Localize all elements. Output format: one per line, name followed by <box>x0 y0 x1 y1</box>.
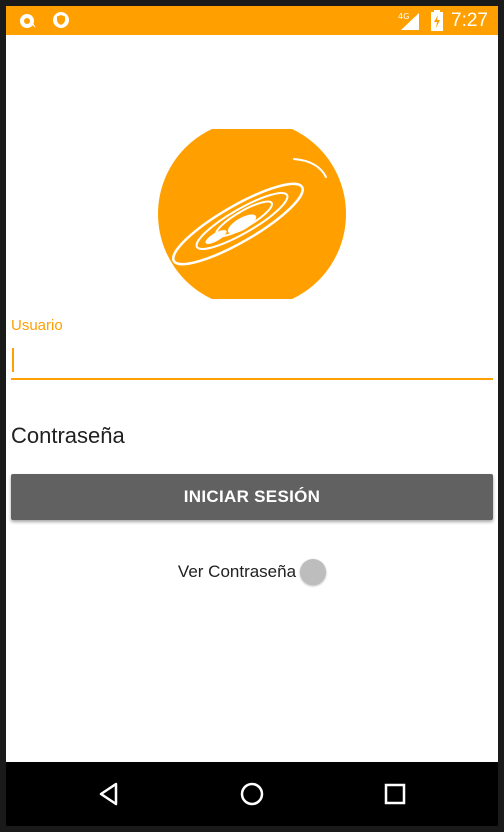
network-label: 4G <box>398 12 409 21</box>
planet-logo-icon <box>158 120 346 308</box>
battery-charging-icon <box>430 10 444 37</box>
username-field[interactable] <box>11 338 493 380</box>
navigation-bar <box>6 762 498 826</box>
login-button[interactable]: INICIAR SESIÓN <box>11 474 493 520</box>
username-label: Usuario <box>11 317 63 334</box>
back-icon[interactable] <box>93 778 125 810</box>
password-field[interactable] <box>11 418 493 454</box>
signal-icon: 4G <box>398 10 422 37</box>
text-cursor <box>12 348 14 372</box>
show-password-row: Ver Contraseña <box>6 558 498 586</box>
recents-icon[interactable] <box>379 778 411 810</box>
status-time: 7:27 <box>451 10 488 31</box>
show-password-label: Ver Contraseña <box>177 562 297 581</box>
show-password-switch[interactable] <box>300 559 327 585</box>
notification-app-icon <box>18 11 38 31</box>
home-icon[interactable] <box>236 778 268 810</box>
app-screen: 4G 7:27 Usuario INICIAR SESIÓN Ver Contr… <box>6 6 498 826</box>
status-bar: 4G 7:27 <box>6 6 498 35</box>
vpn-shield-icon <box>52 11 72 31</box>
